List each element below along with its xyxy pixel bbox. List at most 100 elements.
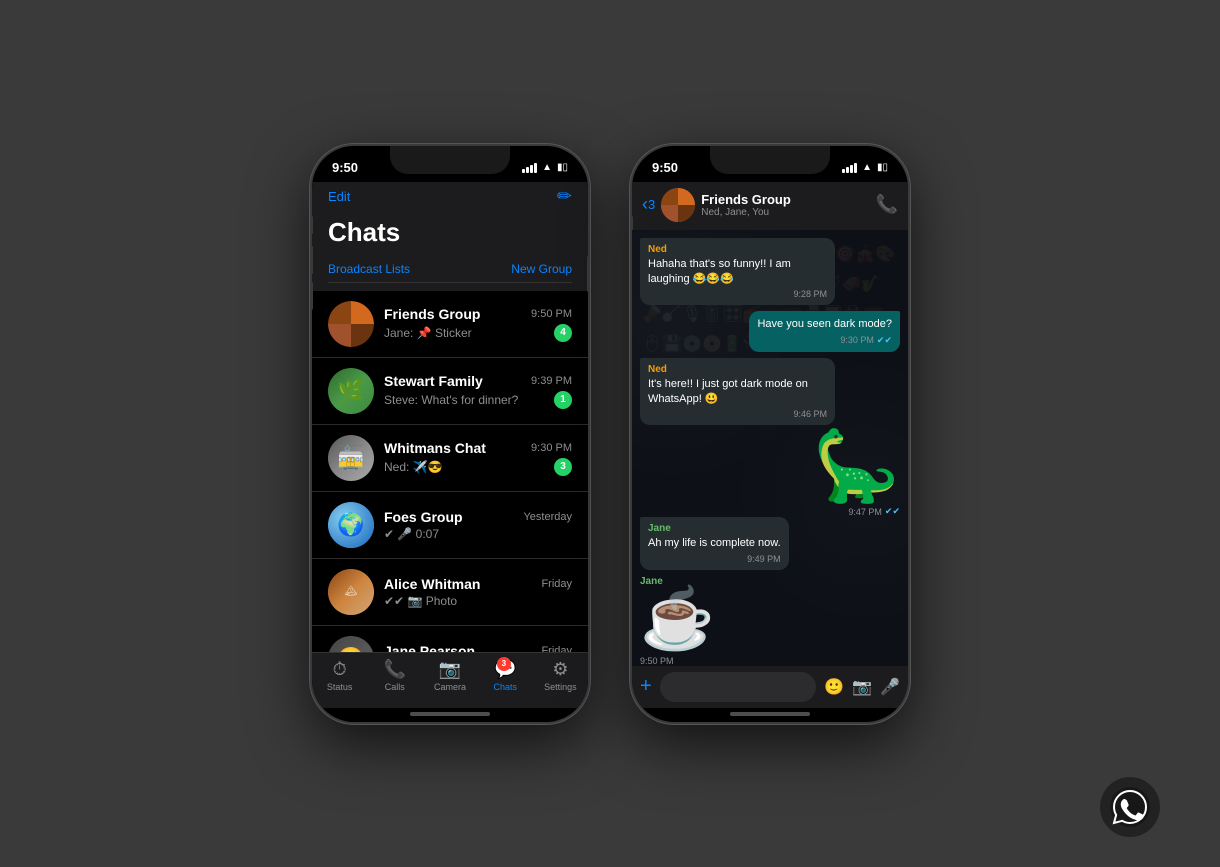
vol-up-button — [310, 246, 313, 274]
tab-bar: ⏱ Status 📞 Calls 📷 Camera 💬 3 Chats — [312, 652, 588, 708]
status-icons-right: ▲ ▮▯ — [842, 162, 888, 173]
calls-icon: 📞 — [384, 659, 406, 680]
dino-sticker: 🦕 — [813, 431, 900, 501]
chat-name-jane: Jane Pearson — [384, 643, 475, 652]
chat-name-alice: Alice Whitman — [384, 576, 480, 592]
mic-button[interactable]: 🎤 — [880, 677, 900, 697]
camera-label: Camera — [434, 682, 466, 692]
signal-icon-right — [842, 163, 857, 173]
chat-item-friends-group[interactable]: Friends Group 9:50 PM Jane: 📌 Sticker 4 — [312, 291, 588, 358]
chats-title: Chats — [328, 215, 572, 256]
edit-button[interactable]: Edit — [328, 189, 350, 204]
message-bubble-1: Ned Hahaha that's so funny!! I am laughi… — [640, 238, 835, 306]
message-6: Jane ☕ 9:50 PM — [640, 576, 900, 666]
power-button — [587, 256, 590, 292]
signal-icon — [522, 163, 537, 173]
broadcast-lists-link[interactable]: Broadcast Lists — [328, 262, 410, 276]
message-tick-4: ✔✔ — [885, 506, 900, 517]
chat-nav-info: Friends Group Ned, Jane, You — [701, 192, 869, 218]
tab-chats[interactable]: 💬 3 Chats — [478, 659, 533, 692]
plus-button[interactable]: + — [640, 675, 652, 698]
vol-down-button — [310, 282, 313, 310]
status-time-right: 9:50 — [652, 160, 678, 175]
calls-label: Calls — [385, 682, 405, 692]
compose-button[interactable]: ✏ — [557, 186, 572, 207]
camera-button[interactable]: 📷 — [852, 677, 872, 697]
chats-header-top: Edit ✏ — [328, 182, 572, 215]
chats-label: Chats — [493, 682, 517, 692]
chat-group-members: Ned, Jane, You — [701, 207, 869, 218]
chat-time-foes: Yesterday — [523, 511, 572, 523]
chat-preview-alice: ✔✔ 📷 Photo — [384, 594, 572, 608]
message-time-2: 9:30 PM — [840, 335, 874, 345]
message-2: Have you seen dark mode? 9:30 PM ✔✔ — [640, 311, 900, 351]
message-bubble-2: Have you seen dark mode? 9:30 PM ✔✔ — [749, 311, 900, 351]
chat-preview-foes: ✔ 🎤 0:07 — [384, 527, 572, 541]
tab-calls[interactable]: 📞 Calls — [367, 659, 422, 692]
chat-avatar-foes: 🌍 — [328, 502, 374, 548]
chat-item-alice[interactable]: 🏔 Alice Whitman Friday ✔✔ 📷 Photo — [312, 559, 588, 626]
message-input[interactable] — [660, 672, 817, 702]
message-text-5: Ah my life is complete now. — [648, 536, 781, 551]
chats-badge: 3 — [497, 657, 511, 671]
chat-group-name: Friends Group — [701, 192, 869, 207]
chat-item-jane[interactable]: 😎 Jane Pearson Friday How are you doing? — [312, 626, 588, 652]
chat-content-friends: Friends Group 9:50 PM Jane: 📌 Sticker 4 — [384, 306, 572, 342]
chat-preview-whitmans: Ned: ✈️😎 — [384, 460, 548, 474]
tab-camera[interactable]: 📷 Camera — [422, 659, 477, 692]
chat-avatar-whitmans: 🚋 — [328, 435, 374, 481]
whatsapp-logo — [1100, 777, 1160, 837]
back-button[interactable]: ‹ 3 — [642, 194, 655, 215]
tab-settings[interactable]: ⚙ Settings — [533, 659, 588, 692]
settings-label: Settings — [544, 682, 577, 692]
chat-content-foes: Foes Group Yesterday ✔ 🎤 0:07 — [384, 509, 572, 541]
status-bar-left: 9:50 ▲ ▮▯ — [312, 146, 588, 182]
settings-icon: ⚙ — [552, 659, 568, 680]
chat-avatar-jane: 😎 — [328, 636, 374, 652]
chat-time-jane: Friday — [541, 645, 572, 652]
home-indicator-right — [730, 712, 810, 716]
message-time-3: 9:46 PM — [793, 409, 827, 419]
chat-item-stewart-family[interactable]: 🌿 Stewart Family 9:39 PM Steve: What's f… — [312, 358, 588, 425]
coffee-sticker: ☕ — [640, 589, 715, 649]
message-tick-2: ✔✔ — [877, 335, 892, 346]
group-chat-avatar — [661, 188, 695, 222]
chat-content-alice: Alice Whitman Friday ✔✔ 📷 Photo — [384, 576, 572, 608]
message-1: Ned Hahaha that's so funny!! I am laughi… — [640, 238, 900, 306]
video-call-button[interactable]: 📞 — [876, 194, 898, 215]
chat-item-foes[interactable]: 🌍 Foes Group Yesterday ✔ 🎤 0:07 — [312, 492, 588, 559]
chats-subheader: Broadcast Lists New Group — [328, 256, 572, 283]
new-group-link[interactable]: New Group — [511, 262, 572, 276]
message-time-1: 9:28 PM — [793, 289, 827, 299]
chat-content-whitmans: Whitmans Chat 9:30 PM Ned: ✈️😎 3 — [384, 440, 572, 476]
chat-input-bar: + 🙂 📷 🎤 — [632, 666, 908, 708]
chat-phone-screen: 9:50 ▲ ▮▯ ‹ 3 — [632, 146, 908, 722]
home-indicator-left — [410, 712, 490, 716]
chat-item-whitmans[interactable]: 🚋 Whitmans Chat 9:30 PM Ned: ✈️😎 3 — [312, 425, 588, 492]
message-text-1: Hahaha that's so funny!! I am laughing 😂… — [648, 257, 827, 288]
tab-status[interactable]: ⏱ Status — [312, 659, 367, 692]
unread-badge-friends: 4 — [554, 324, 572, 342]
chat-name-whitmans: Whitmans Chat — [384, 440, 486, 456]
message-time-5: 9:49 PM — [747, 554, 781, 564]
message-bubble-3: Ned It's here!! I just got dark mode on … — [640, 358, 835, 426]
chat-name-friends: Friends Group — [384, 306, 480, 322]
battery-icon-right: ▮▯ — [877, 162, 888, 173]
back-count: 3 — [648, 197, 655, 212]
phones-container: 9:50 ▲ ▮▯ Edit — [310, 144, 910, 724]
unread-badge-whitmans: 3 — [554, 458, 572, 476]
chat-avatar-friends — [328, 301, 374, 347]
status-label: Status — [327, 682, 353, 692]
sticker-button[interactable]: 🙂 — [824, 677, 844, 697]
chat-preview-friends: Jane: 📌 Sticker — [384, 326, 548, 340]
wifi-icon-right: ▲ — [862, 162, 872, 173]
message-bubble-5: Jane Ah my life is complete now. 9:49 PM — [640, 517, 789, 569]
chat-name-stewart: Stewart Family — [384, 373, 483, 389]
chat-time-friends: 9:50 PM — [531, 308, 572, 320]
chats-screen: Edit ✏ Chats Broadcast Lists New Group — [312, 182, 588, 722]
messages-area: ✂📱🎮🎸🎵🔔💻🕹🎲🏆🎯🎪🎨🎭🎬📸🎤🎧🎼🎹🥁🎺🎻🪗🎷🪘🪕🎙🎚🎛📻📺📟📠🖥🖨⌨🖱💾💿… — [632, 230, 908, 666]
left-phone: 9:50 ▲ ▮▯ Edit — [310, 144, 590, 724]
message-text-3: It's here!! I just got dark mode on What… — [648, 377, 827, 408]
mute-button — [310, 216, 313, 234]
status-bar-right: 9:50 ▲ ▮▯ — [632, 146, 908, 182]
